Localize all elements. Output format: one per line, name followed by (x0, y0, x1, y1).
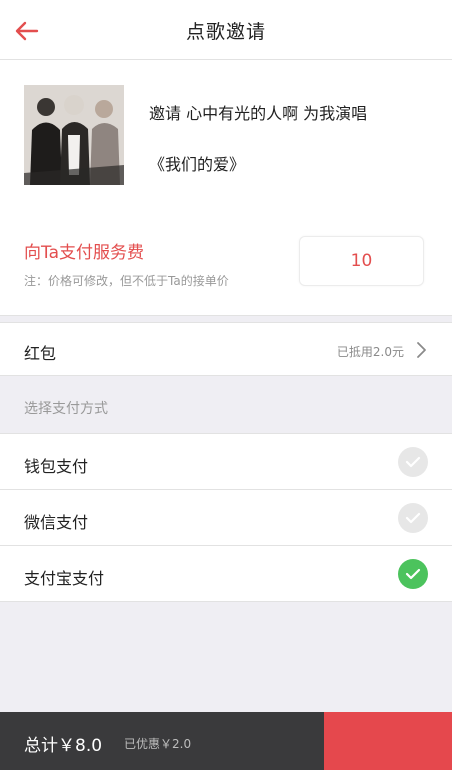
discount-amount: 已优惠￥2.0 (124, 737, 192, 751)
checkout-bar: 总计￥8.0 已优惠￥2.0 (0, 712, 452, 770)
invite-card: 邀请 心中有光的人啊 为我演唱 《我们的爱》 (0, 60, 452, 211)
fee-title: 向Ta支付服务费 (24, 243, 144, 263)
payment-section-label: 选择支付方式 (24, 401, 108, 417)
invite-text: 邀请 心中有光的人啊 为我演唱 (149, 104, 368, 123)
payment-option-wechat[interactable]: 微信支付 (0, 490, 452, 546)
payment-method-list: 钱包支付 微信支付 支付宝支付 (0, 433, 452, 602)
chevron-right-icon (417, 342, 426, 358)
song-name: 《我们的爱》 (149, 155, 246, 174)
check-icon (398, 559, 428, 589)
service-fee-section: 向Ta支付服务费 注：价格可修改，但不低于Ta的接单价 (0, 210, 452, 316)
payment-option-label: 钱包支付 (24, 457, 89, 476)
payment-option-label: 支付宝支付 (24, 569, 105, 588)
fee-amount-input[interactable] (299, 236, 424, 286)
page-title: 点歌邀请 (185, 21, 266, 43)
top-bar: 点歌邀请 (0, 0, 452, 60)
album-cover-image (24, 85, 124, 185)
red-packet-label: 红包 (24, 344, 57, 363)
payment-option-label: 微信支付 (24, 513, 89, 532)
check-icon (398, 503, 428, 533)
red-packet-value: 已抵用2.0元 (336, 345, 404, 359)
payment-option-wallet[interactable]: 钱包支付 (0, 434, 452, 490)
red-packet-row[interactable]: 红包 已抵用2.0元 (0, 322, 452, 376)
payment-option-alipay[interactable]: 支付宝支付 (0, 546, 452, 602)
check-icon (398, 447, 428, 477)
pay-button[interactable] (324, 712, 452, 770)
fee-note: 注：价格可修改，但不低于Ta的接单价 (24, 274, 229, 288)
total-amount: 总计￥8.0 (24, 736, 103, 756)
